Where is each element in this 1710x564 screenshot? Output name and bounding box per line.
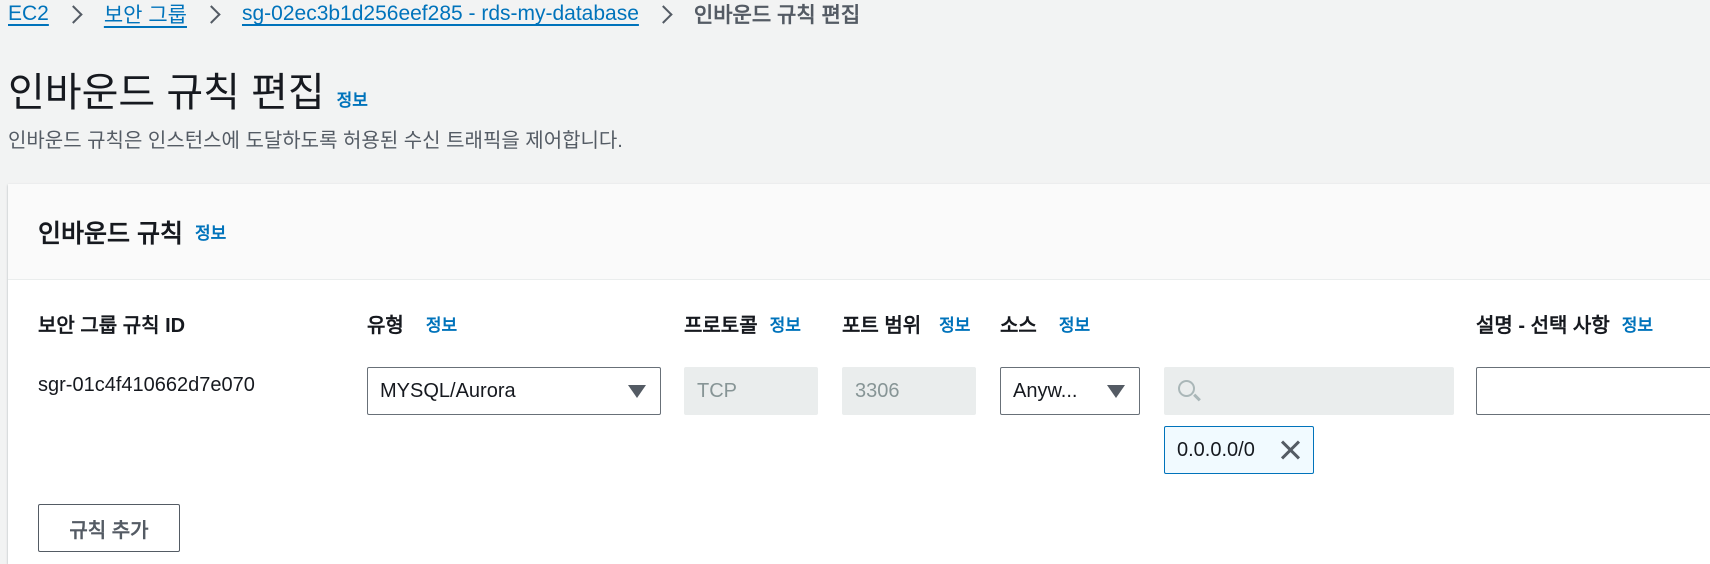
column-header-port-range: 포트 범위 정보 (842, 309, 970, 338)
column-label-rule-id: 보안 그룹 규칙 ID (38, 315, 186, 337)
column-header-type: 유형 정보 (367, 309, 457, 338)
type-select[interactable]: MYSQL/Aurora (367, 367, 661, 415)
breadcrumb-current: 인바운드 규칙 편집 (693, 4, 861, 27)
column-label-type: 유형 (367, 315, 404, 337)
search-icon (1178, 380, 1195, 397)
page-title-text: 인바운드 규칙 편집 (8, 71, 325, 115)
column-label-protocol: 프로토콜 (684, 315, 758, 337)
source-select[interactable]: Anyw... (1000, 367, 1140, 415)
panel-title: 인바운드 규칙 (38, 219, 183, 248)
breadcrumb: EC2 보안 그룹 sg-02ec3b1d256eef285 - rds-my-… (8, 0, 860, 28)
column-label-port-range: 포트 범위 (842, 315, 922, 337)
chevron-right-icon (202, 4, 221, 24)
caret-down-icon (628, 385, 646, 398)
cidr-token-label: 0.0.0.0/0 (1177, 438, 1255, 461)
page-title: 인바운드 규칙 편집 정보 (8, 60, 368, 118)
column-header-description: 설명 - 선택 사항 정보 (1476, 309, 1653, 338)
chevron-right-icon (64, 4, 83, 24)
panel-header: 인바운드 규칙 정보 (8, 184, 1710, 280)
port-range-input: 3306 (842, 367, 976, 415)
close-icon[interactable] (1279, 439, 1301, 461)
panel-info-link[interactable]: 정보 (195, 219, 226, 244)
security-group-rule-id: sgr-01c4f410662d7e070 (38, 374, 255, 396)
cidr-token: 0.0.0.0/0 (1164, 426, 1314, 474)
column-header-rule-id: 보안 그룹 규칙 ID (38, 309, 185, 338)
port-range-info-link[interactable]: 정보 (939, 311, 970, 336)
cidr-search-input[interactable] (1164, 367, 1454, 415)
source-info-link[interactable]: 정보 (1059, 311, 1090, 336)
inbound-rules-panel: 인바운드 규칙 정보 보안 그룹 규칙 ID 유형 정보 프로토콜 정보 포트 … (8, 184, 1710, 564)
description-input[interactable] (1476, 367, 1710, 415)
breadcrumb-ec2-link[interactable]: EC2 (8, 2, 49, 26)
column-header-source: 소스 정보 (1000, 309, 1090, 338)
type-info-link[interactable]: 정보 (426, 311, 457, 336)
page-description: 인바운드 규칙은 인스턴스에 도달하도록 허용된 수신 트래픽을 제어합니다. (8, 130, 623, 152)
page-info-link[interactable]: 정보 (337, 86, 368, 111)
caret-down-icon (1107, 385, 1125, 398)
protocol-info-link[interactable]: 정보 (770, 311, 801, 336)
breadcrumb-security-group-link[interactable]: sg-02ec3b1d256eef285 - rds-my-database (242, 2, 639, 26)
description-info-link[interactable]: 정보 (1622, 311, 1653, 336)
source-select-value: Anyw... (1013, 379, 1078, 402)
column-label-source: 소스 (1000, 315, 1037, 337)
type-select-value: MYSQL/Aurora (380, 379, 516, 402)
column-header-protocol: 프로토콜 정보 (684, 309, 801, 338)
column-label-description: 설명 - 선택 사항 (1476, 315, 1610, 337)
protocol-input: TCP (684, 367, 818, 415)
breadcrumb-security-groups-link[interactable]: 보안 그룹 (104, 0, 187, 29)
chevron-right-icon (654, 4, 673, 24)
add-rule-button[interactable]: 규칙 추가 (38, 504, 180, 552)
